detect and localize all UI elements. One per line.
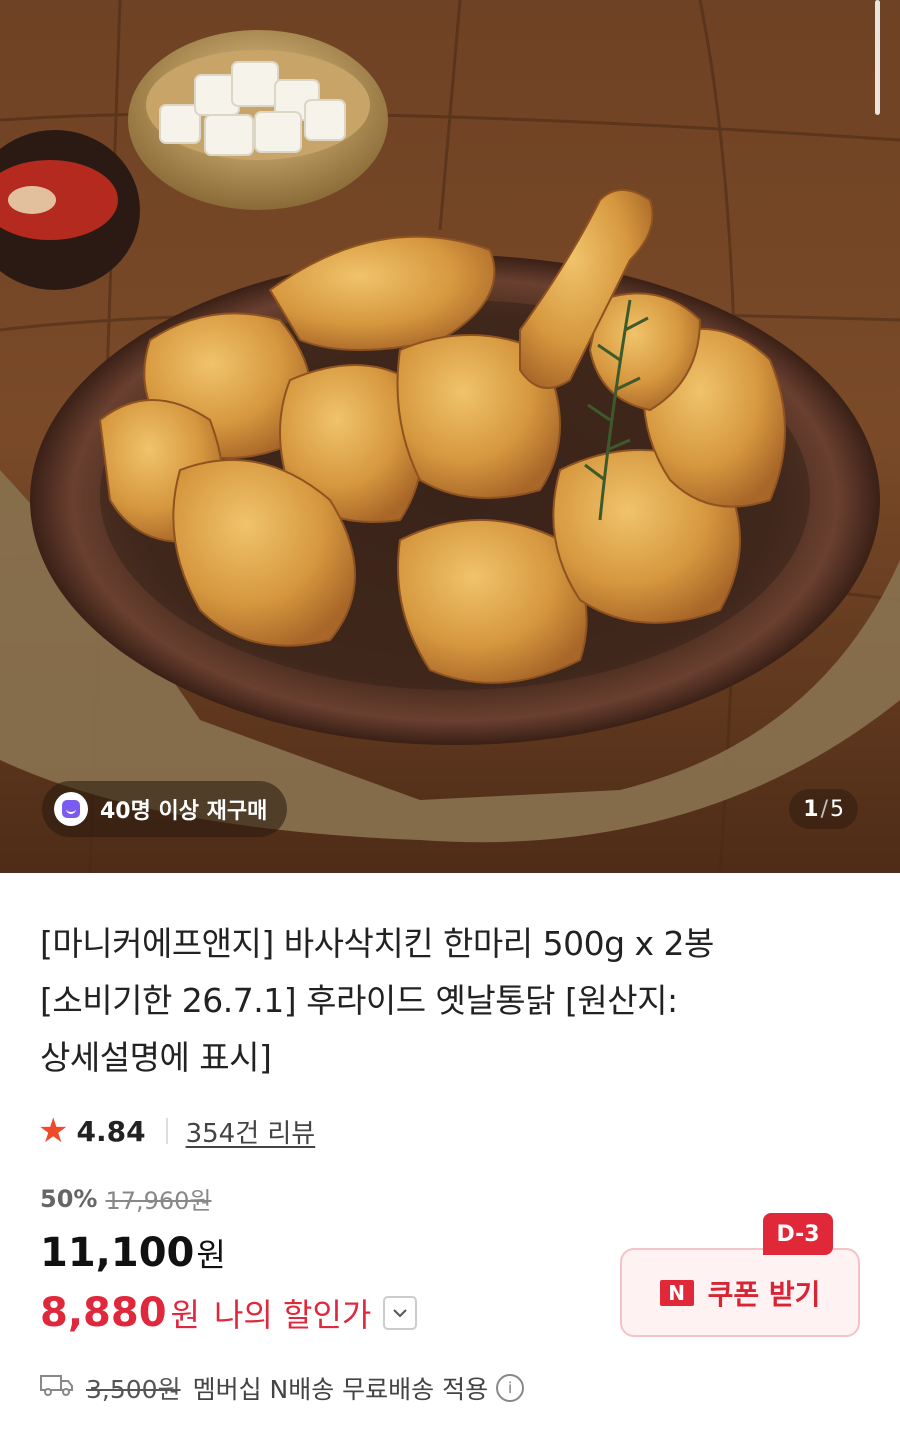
- coupon-dday-badge: D-3: [763, 1213, 833, 1255]
- rating-row: ★ 4.84 354건 리뷰: [38, 1111, 315, 1151]
- page-total: 5: [830, 796, 844, 822]
- repurchase-text: 40명 이상 재구매: [100, 799, 268, 824]
- product-title: [마니커에프앤지] 바사삭치킨 한마리 500g x 2봉 [소비기한 26.7…: [40, 915, 840, 1086]
- repurchase-badge: 40명 이상 재구매: [42, 781, 288, 837]
- coupon-label: 쿠폰 받기: [707, 1277, 821, 1311]
- sale-price-unit: 원: [196, 1236, 226, 1274]
- page-current: 1: [803, 796, 819, 822]
- truck-icon: [40, 1373, 74, 1403]
- product-image[interactable]: 40명 이상 재구매 1 / 5: [0, 0, 900, 873]
- original-price: 17,960원: [105, 1187, 212, 1215]
- discount-rate: 50%: [40, 1184, 98, 1213]
- page-separator: /: [820, 796, 828, 822]
- smile-bag-icon: [54, 792, 88, 826]
- sale-price: 11,100원: [40, 1230, 226, 1276]
- sale-price-value: 11,100: [40, 1230, 195, 1276]
- my-price-unit: 원: [170, 1296, 200, 1334]
- product-title-line: 상세설명에 표시]: [40, 1038, 272, 1077]
- image-page-indicator: 1 / 5: [789, 789, 858, 829]
- shipping-row: 3,500원 멤버십 N배송 무료배송 적용 i: [40, 1370, 525, 1406]
- shipping-text: 멤버십 N배송 무료배송 적용: [192, 1375, 489, 1404]
- my-price-row[interactable]: 8,880 원 나의 할인가: [40, 1290, 418, 1336]
- info-icon[interactable]: i: [496, 1374, 525, 1402]
- coupon-widget: N 쿠폰 받기 D-3: [620, 1213, 862, 1339]
- product-title-line: [소비기한 26.7.1] 후라이드 옛날통닭 [원산지:: [40, 981, 678, 1020]
- review-count-link[interactable]: 354건 리뷰: [186, 1113, 316, 1150]
- discount-row: 50% 17,960원: [40, 1181, 212, 1216]
- coupon-download-button[interactable]: N 쿠폰 받기: [620, 1248, 860, 1337]
- rating-value: 4.84: [76, 1114, 146, 1148]
- chevron-down-icon[interactable]: [383, 1296, 418, 1330]
- fried-chicken-illustration: [0, 0, 900, 873]
- my-price-label: 나의 할인가: [213, 1296, 372, 1334]
- product-title-line: [마니커에프앤지] 바사삭치킨 한마리 500g x 2봉: [40, 924, 714, 963]
- divider: [165, 1118, 168, 1144]
- shipping-fee: 3,500원: [86, 1375, 181, 1404]
- naver-n-icon: N: [659, 1279, 694, 1306]
- star-icon: ★: [38, 1111, 69, 1151]
- my-price-value: 8,880: [40, 1290, 167, 1336]
- scrollbar[interactable]: [875, 0, 880, 115]
